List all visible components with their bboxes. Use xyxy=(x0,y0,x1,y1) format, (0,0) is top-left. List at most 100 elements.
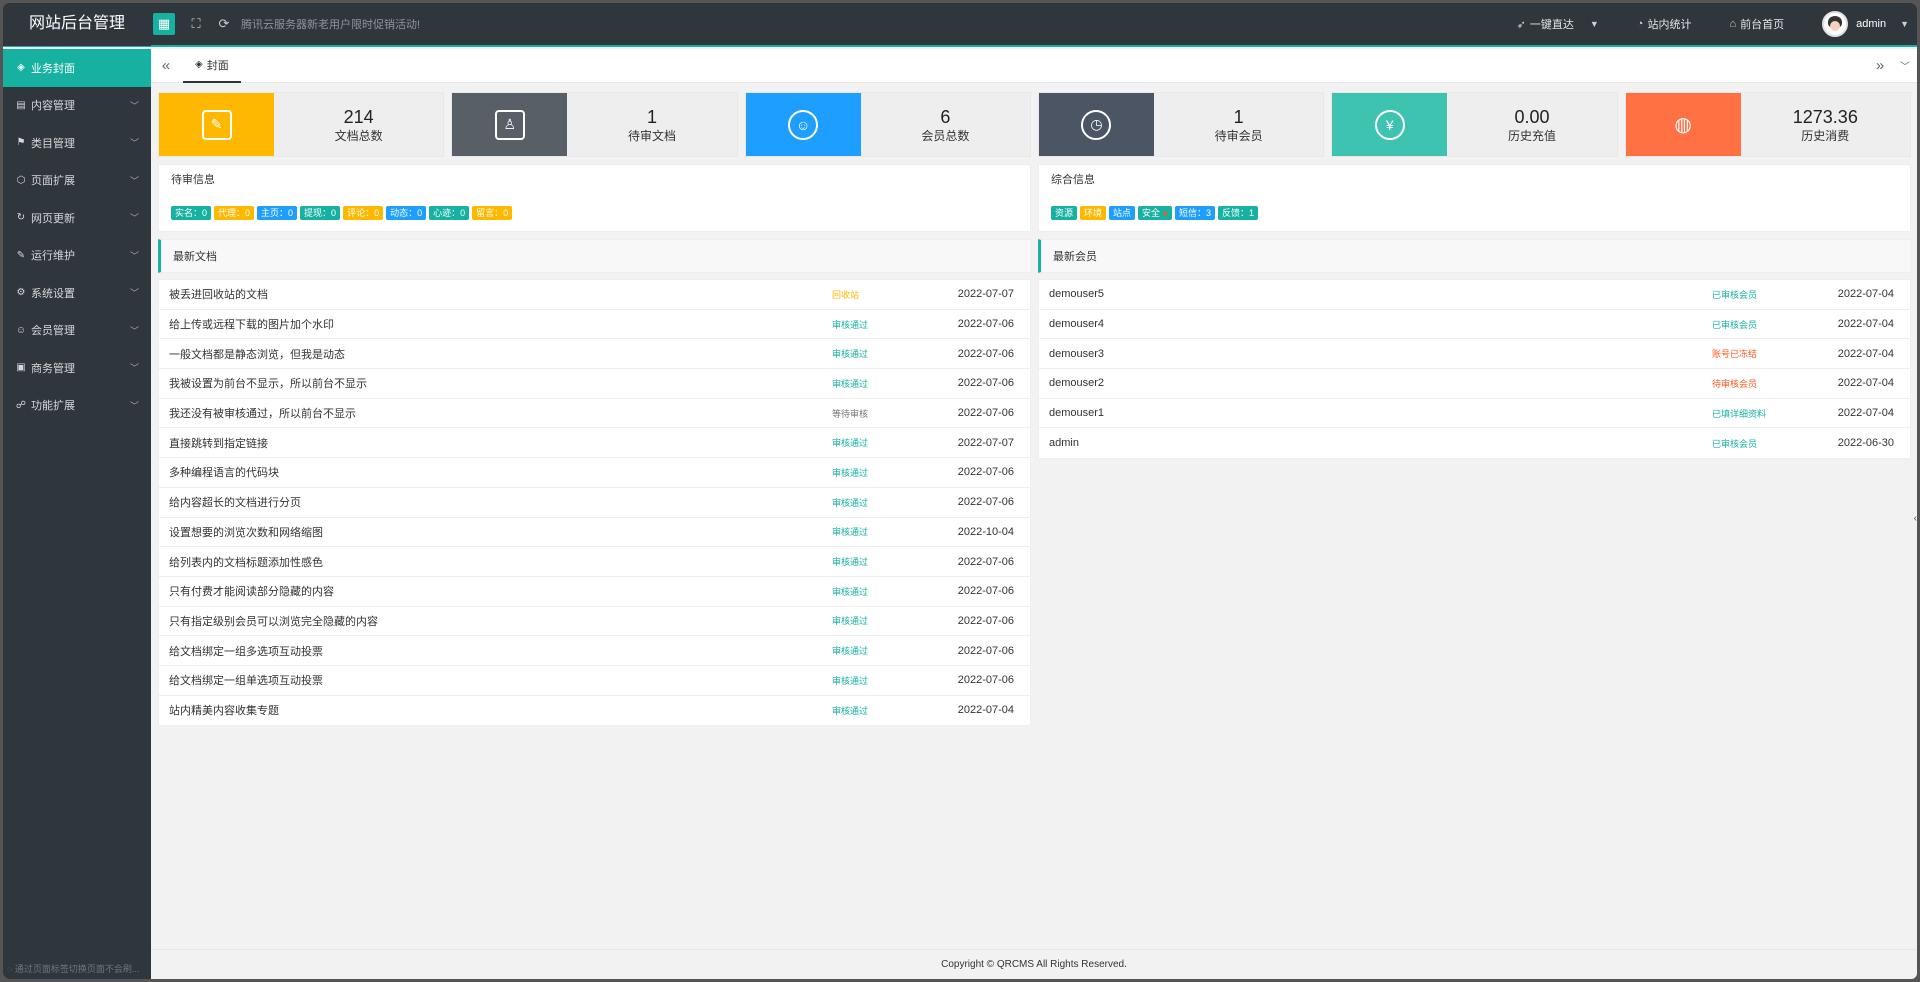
badge-realname[interactable]: 实名：0 xyxy=(171,206,212,220)
fullscreen-icon[interactable]: ⛶ xyxy=(185,13,207,35)
item-title[interactable]: admin xyxy=(1049,437,1712,449)
home-link[interactable]: ⌂ 前台首页 xyxy=(1729,16,1784,32)
list-item[interactable]: 只有付费才能阅读部分隐藏的内容 审核通过 2022-07-06 xyxy=(159,577,1030,607)
list-item[interactable]: demouser4 已审核会员 2022-07-04 xyxy=(1039,310,1910,340)
badge-activity[interactable]: 动态：0 xyxy=(386,206,427,220)
item-title[interactable]: 给文档绑定一组单选项互动投票 xyxy=(169,672,832,688)
stat-card-pending-members[interactable]: ◷ 1 待审会员 xyxy=(1037,92,1325,157)
stat-card-pending-docs[interactable]: ♙ 1 待审文档 xyxy=(451,92,738,157)
list-item[interactable]: 给上传或远程下载的图片加个水印 审核通过 2022-07-06 xyxy=(159,310,1030,340)
sidebar-item-update[interactable]: ↻ 网页更新 ﹀ xyxy=(3,199,151,237)
item-title[interactable]: 我被设置为前台不显示，所以前台不显示 xyxy=(169,375,832,391)
list-item[interactable]: demouser3 账号已冻结 2022-07-04 xyxy=(1039,339,1910,370)
list-item[interactable]: demouser2 待审核会员 2022-07-04 xyxy=(1039,369,1910,399)
list-item[interactable]: 只有指定级别会员可以浏览完全隐藏的内容 审核通过 2022-07-06 xyxy=(159,607,1030,637)
main-content: ✎ 214 文档总数 ♙ 1 待审文档 ☺ 6 会员总数 ◷ 1 待审会员 ¥ … xyxy=(151,84,1917,949)
stat-card-consumption[interactable]: ◍ 1273.36 历史消费 xyxy=(1624,92,1911,157)
tabs-scroll-left-icon[interactable]: « xyxy=(151,57,181,74)
sidebar-item-members[interactable]: ☺ 会员管理 ﹀ xyxy=(3,312,151,350)
sidebar-item-settings[interactable]: ⚙ 系统设置 ﹀ xyxy=(3,274,151,312)
list-item[interactable]: 被丢进回收站的文档 回收站 2022-07-07 xyxy=(159,280,1030,310)
item-title[interactable]: demouser3 xyxy=(1049,348,1712,360)
tab-cover[interactable]: ◈ 封面 xyxy=(183,49,241,83)
list-item[interactable]: 给列表内的文档标题添加性感色 审核通过 2022-07-06 xyxy=(159,547,1030,577)
user-name[interactable]: admin xyxy=(1856,18,1886,30)
item-title[interactable]: 被丢进回收站的文档 xyxy=(169,286,832,302)
stat-card-members[interactable]: ☺ 6 会员总数 xyxy=(744,92,1031,157)
stat-card-docs[interactable]: ✎ 214 文档总数 xyxy=(158,92,445,157)
badge-site[interactable]: 站点 xyxy=(1109,206,1136,220)
item-title[interactable]: 给上传或远程下载的图片加个水印 xyxy=(169,316,832,332)
item-title[interactable]: 给列表内的文档标题添加性感色 xyxy=(169,554,832,570)
promo-notice[interactable]: 腾讯云服务器新老用户限时促销活动! xyxy=(241,16,420,32)
badge-withdraw[interactable]: 提现：0 xyxy=(300,206,341,220)
group-icon: ☺ xyxy=(745,93,861,156)
item-title[interactable]: demouser5 xyxy=(1049,288,1712,300)
item-date: 2022-07-04 xyxy=(1837,407,1894,420)
list-item[interactable]: 一般文档都是静态浏览，但我是动态 审核通过 2022-07-06 xyxy=(159,339,1030,370)
sidebar-item-extension[interactable]: ☍ 功能扩展 ﹀ xyxy=(3,387,151,425)
tabs-scroll-right-icon[interactable]: » xyxy=(1867,57,1893,74)
sidebar-item-category[interactable]: ⚑ 类目管理 ﹀ xyxy=(3,124,151,162)
list-item[interactable]: 多种编程语言的代码块 审核通过 2022-07-06 xyxy=(159,458,1030,488)
sidebar-item-business[interactable]: ▣ 商务管理 ﹀ xyxy=(3,349,151,387)
item-title[interactable]: 只有付费才能阅读部分隐藏的内容 xyxy=(169,583,832,599)
quick-link-dropdown[interactable]: ➶ 一键直达 ▼ xyxy=(1517,16,1599,32)
item-title[interactable]: demouser4 xyxy=(1049,318,1712,330)
badge-message[interactable]: 留言：0 xyxy=(472,206,513,220)
list-item[interactable]: 给文档绑定一组多选项互动投票 审核通过 2022-07-06 xyxy=(159,636,1030,666)
item-title[interactable]: 一般文档都是静态浏览，但我是动态 xyxy=(169,346,832,362)
side-collapse-icon[interactable]: ‹ xyxy=(1914,513,1917,524)
list-item[interactable]: demouser5 已审核会员 2022-07-04 xyxy=(1039,280,1910,310)
sidebar-item-cover[interactable]: ◈ 业务封面 xyxy=(3,49,151,87)
badge-agent[interactable]: 代理：0 xyxy=(214,206,255,220)
avatar[interactable] xyxy=(1822,11,1849,37)
sidebar-item-maintenance[interactable]: ✎ 运行维护 ﹀ xyxy=(3,237,151,275)
latest-docs-list: 被丢进回收站的文档 回收站 2022-07-07 给上传或远程下载的图片加个水印 审核通… xyxy=(158,279,1031,727)
chevron-down-icon[interactable]: ▼ xyxy=(1900,19,1909,29)
item-title[interactable]: 设置想要的浏览次数和网络缩图 xyxy=(169,524,832,540)
stats-link[interactable]: ◔ 站内统计 xyxy=(1637,16,1692,32)
menu-toggle-icon[interactable]: ▦ xyxy=(153,13,175,35)
list-item[interactable]: 我还没有被审核通过，所以前台不显示 等待审核 2022-07-06 xyxy=(159,399,1030,429)
badge-environment[interactable]: 环境 xyxy=(1080,206,1107,220)
user-icon: ☺ xyxy=(15,324,27,336)
list-item[interactable]: 直接跳转到指定链接 审核通过 2022-07-07 xyxy=(159,428,1030,459)
status-badge: 审核通过 xyxy=(832,438,869,449)
list-item[interactable]: 我被设置为前台不显示，所以前台不显示 审核通过 2022-07-06 xyxy=(159,369,1030,399)
sidebar-item-content[interactable]: ▤ 内容管理 ﹀ xyxy=(3,87,151,125)
item-title[interactable]: 多种编程语言的代码块 xyxy=(169,464,832,480)
item-date: 2022-07-06 xyxy=(957,347,1014,360)
item-title[interactable]: 只有指定级别会员可以浏览完全隐藏的内容 xyxy=(169,613,832,629)
list-item[interactable]: 给文档绑定一组单选项互动投票 审核通过 2022-07-06 xyxy=(159,666,1030,696)
stat-card-recharge[interactable]: ¥ 0.00 历史充值 xyxy=(1331,92,1618,157)
item-title[interactable]: 给内容超长的文档进行分页 xyxy=(169,494,832,510)
status-badge: 已审核会员 xyxy=(1712,289,1758,300)
pending-info-panel: 待审信息 实名：0 代理：0 主页：0 提现：0 评论：0 动态：0 心迹：0 … xyxy=(158,164,1031,232)
status-badge: 已填详细资料 xyxy=(1712,408,1767,419)
badge-comment[interactable]: 评论：0 xyxy=(343,206,384,220)
list-item[interactable]: 站内精美内容收集专题 审核通过 2022-07-04 xyxy=(159,696,1030,726)
badge-feedback[interactable]: 反馈：1 xyxy=(1218,206,1259,220)
list-item[interactable]: demouser1 已填详细资料 2022-07-04 xyxy=(1039,399,1910,429)
list-item[interactable]: 给内容超长的文档进行分页 审核通过 2022-07-06 xyxy=(159,488,1030,518)
badge-mood[interactable]: 心迹：0 xyxy=(429,206,470,220)
item-title[interactable]: 我还没有被审核通过，所以前台不显示 xyxy=(169,405,832,421)
item-title[interactable]: demouser2 xyxy=(1049,377,1712,389)
item-title[interactable]: 给文档绑定一组多选项互动投票 xyxy=(169,643,832,659)
badge-security[interactable]: 安全 ● xyxy=(1138,206,1173,220)
sidebar-item-page[interactable]: ⬡ 页面扩展 ﹀ xyxy=(3,162,151,200)
item-title[interactable]: demouser1 xyxy=(1049,407,1712,419)
list-item[interactable]: 设置想要的浏览次数和网络缩图 审核通过 2022-10-04 xyxy=(159,518,1030,548)
item-title[interactable]: 站内精美内容收集专题 xyxy=(169,702,832,718)
update-icon: ↻ xyxy=(16,212,26,224)
refresh-icon[interactable]: ⟳ xyxy=(213,13,235,35)
item-title[interactable]: 直接跳转到指定链接 xyxy=(169,435,832,451)
list-item[interactable]: admin 已审核会员 2022-06-30 xyxy=(1039,428,1910,458)
badge-homepage[interactable]: 主页：0 xyxy=(257,206,298,220)
tabs-menu-chevron-icon[interactable]: ﹀ xyxy=(1893,58,1917,73)
status-badge: 审核通过 xyxy=(832,616,869,627)
badge-resources[interactable]: 资源 xyxy=(1051,206,1078,220)
home-link-label: 前台首页 xyxy=(1740,19,1785,31)
badge-sms[interactable]: 短信：3 xyxy=(1175,206,1216,220)
